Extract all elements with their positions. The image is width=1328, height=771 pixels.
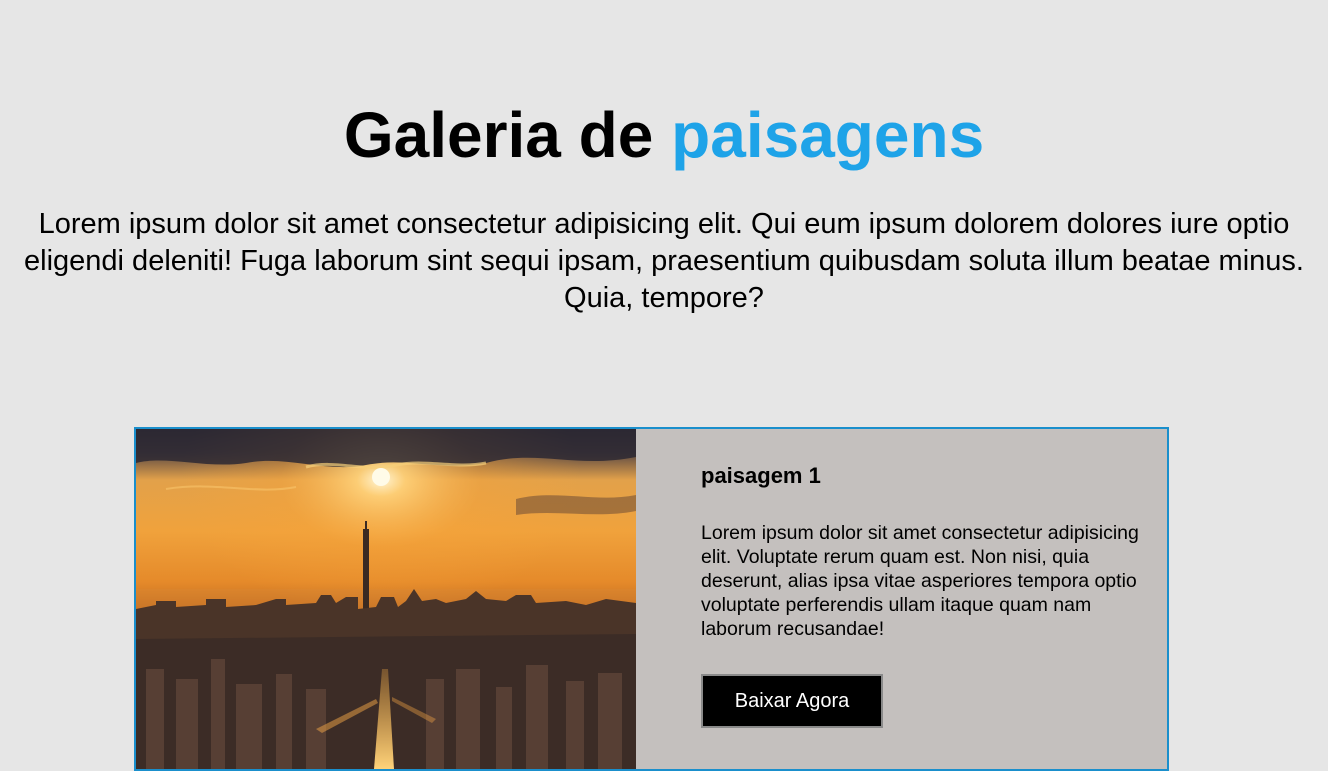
- download-button[interactable]: Baixar Agora: [701, 674, 883, 728]
- landscape-image: [136, 429, 636, 769]
- page-title-prefix: Galeria de: [343, 99, 654, 171]
- card-title: paisagem 1: [701, 463, 821, 488]
- intro-text: Lorem ipsum dolor sit amet consectetur a…: [24, 208, 1304, 314]
- landscape-card: paisagem 1 Lorem ipsum dolor sit amet co…: [134, 427, 1169, 771]
- page-title: Galeria de paisagens: [0, 98, 1328, 172]
- page-title-accent: paisagens: [671, 99, 985, 171]
- card-description: Lorem ipsum dolor sit amet consectetur a…: [701, 522, 1139, 640]
